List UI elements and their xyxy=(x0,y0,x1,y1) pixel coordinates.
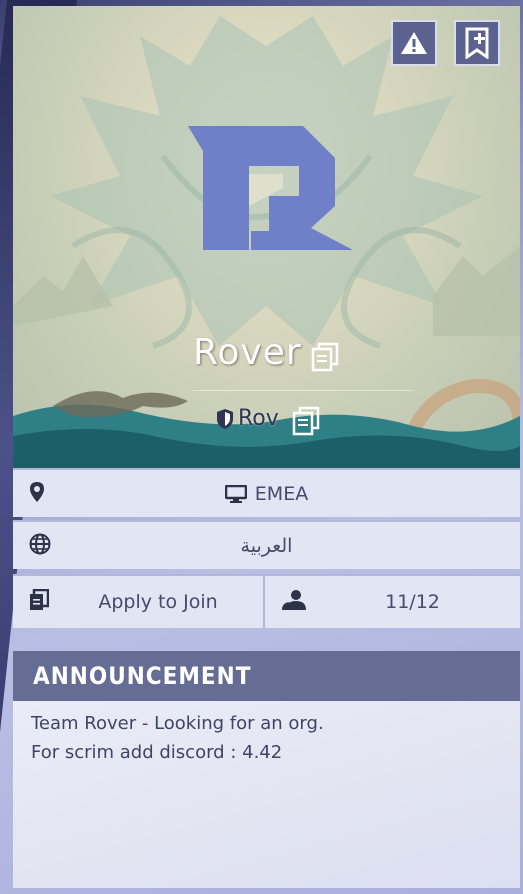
announcement-line: Team Rover - Looking for an org. xyxy=(31,713,324,734)
announcement-body: Team Rover - Looking for an org. For scr… xyxy=(13,701,520,775)
announcement-panel: ANNOUNCEMENT Team Rover - Looking for an… xyxy=(13,651,520,888)
copy-icon xyxy=(311,342,339,372)
join-members-row: Apply to Join 11/12 xyxy=(13,574,520,628)
bookmark-add-icon xyxy=(465,27,489,59)
team-card: Rover Rov EMEA العربية Apply to Join 11/… xyxy=(13,6,520,628)
region-row: EMEA xyxy=(13,468,520,517)
language-row: العربية xyxy=(13,520,520,569)
team-tag: Rov xyxy=(216,406,279,431)
copy-name-button[interactable] xyxy=(311,342,339,376)
users-icon xyxy=(281,589,307,615)
join-mode-label: Apply to Join xyxy=(98,591,218,613)
announcement-title: ANNOUNCEMENT xyxy=(13,651,520,701)
team-banner: Rover Rov xyxy=(13,6,520,468)
report-button[interactable] xyxy=(391,20,437,66)
language-text: العربية xyxy=(240,534,293,557)
document-stack-icon xyxy=(29,588,50,615)
region-text: EMEA xyxy=(254,482,309,505)
bookmark-button[interactable] xyxy=(454,20,500,66)
members-count: 11/12 xyxy=(265,576,520,628)
warning-icon xyxy=(401,32,427,54)
copy-icon xyxy=(292,406,320,436)
dragon-artwork xyxy=(13,16,520,468)
apply-to-join-button[interactable]: Apply to Join xyxy=(13,576,265,628)
members-text: 11/12 xyxy=(385,591,440,613)
shield-icon xyxy=(217,408,233,429)
team-tag-text: Rov xyxy=(238,406,279,431)
name-divider xyxy=(193,390,413,391)
announcement-line: For scrim add discord : 4.42 xyxy=(31,742,283,763)
copy-tag-button[interactable] xyxy=(292,406,320,440)
team-name: Rover xyxy=(193,332,302,373)
monitor-icon xyxy=(224,484,247,503)
